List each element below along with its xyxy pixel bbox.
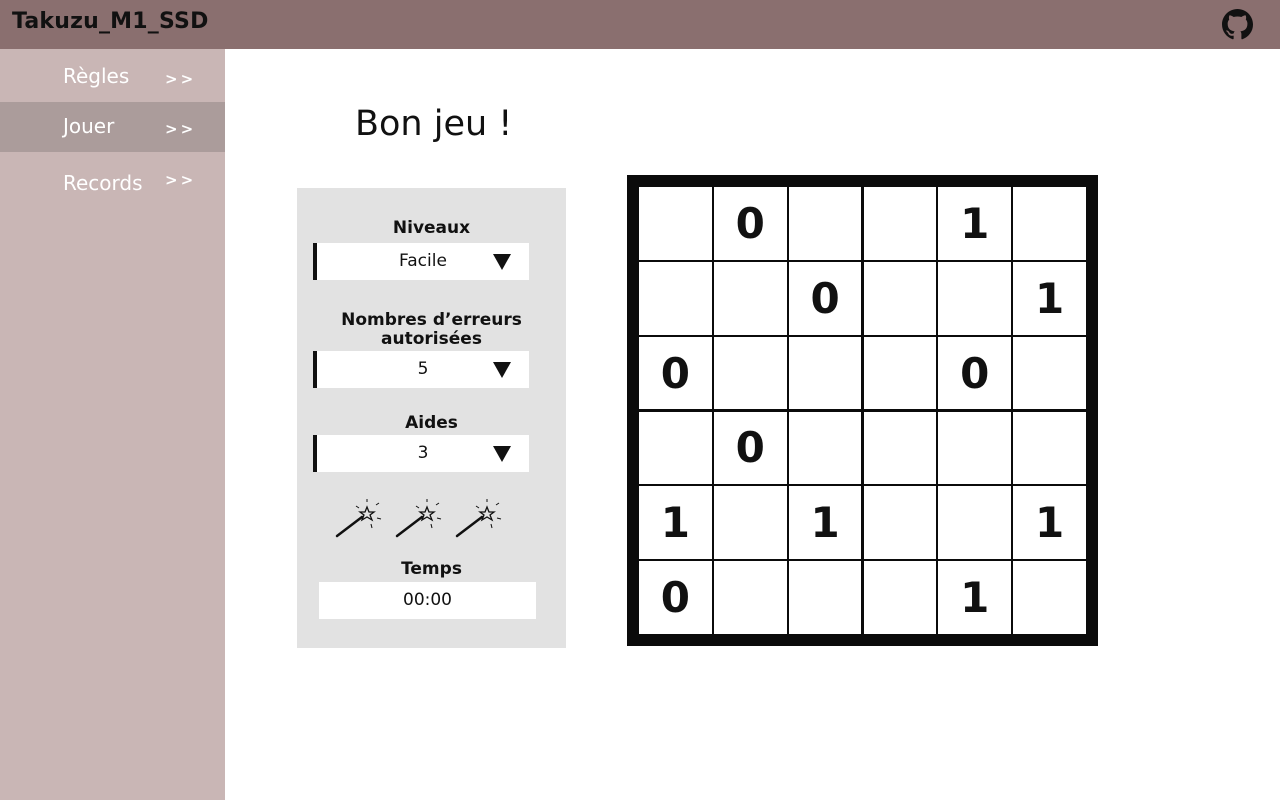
grid-cell[interactable] [788,411,862,485]
grid-cell[interactable]: 0 [639,561,712,634]
chevron-right-icon: >> [165,120,197,138]
chevron-right-icon: >> [165,171,197,189]
time-label: Temps [401,559,462,579]
grid-cell[interactable] [713,261,787,335]
errors-label-line2: autorisées [381,329,482,349]
settings-panel: Niveaux Facile Nombres d’erreurs autoris… [297,188,566,648]
grid-cell[interactable] [639,187,712,260]
grid-cell[interactable] [713,486,787,560]
grid-cell[interactable] [938,411,1012,485]
grid-cell[interactable] [788,561,862,634]
grid-cell[interactable]: 0 [713,187,787,260]
chevron-right-icon: >> [165,70,197,88]
page-title: Bon jeu ! [355,104,513,144]
grid-cell[interactable]: 1 [639,486,712,560]
grid-cell[interactable] [639,261,712,335]
app-title: Takuzu_M1_SSD [12,9,209,34]
errors-select[interactable]: 5 [313,351,529,388]
grid-cell[interactable] [863,486,937,560]
grid-cell[interactable] [863,261,937,335]
errors-label-line1: Nombres d’erreurs [341,310,522,330]
grid-cell[interactable] [639,411,712,485]
grid-cell[interactable]: 0 [788,261,862,335]
level-select[interactable]: Facile [313,243,529,280]
level-label: Niveaux [392,218,471,238]
dropdown-arrow-icon [493,362,511,378]
sidebar-item-label: Règles [63,64,130,88]
sidebar-item-jouer[interactable]: Jouer >> [0,102,225,152]
top-bar: Takuzu_M1_SSD [0,0,1280,49]
grid-cell[interactable] [1013,336,1086,410]
grid-cell[interactable] [1013,561,1086,634]
grid-cell[interactable] [938,261,1012,335]
dropdown-arrow-icon [493,446,511,462]
grid-cell[interactable]: 1 [938,187,1012,260]
github-icon[interactable] [1222,9,1253,40]
takuzu-grid: 010100011101 [627,175,1098,646]
magic-wand-icon[interactable] [334,496,384,540]
sidebar-item-regles[interactable]: Règles >> [0,52,225,102]
grid-cell[interactable] [788,187,862,260]
hints-select[interactable]: 3 [313,435,529,472]
grid-cell[interactable] [713,561,787,634]
magic-wand-icon[interactable] [454,496,504,540]
grid-cell[interactable] [863,336,937,410]
grid-cell[interactable]: 0 [938,336,1012,410]
grid-cell[interactable]: 0 [639,336,712,410]
dropdown-arrow-icon [493,254,511,270]
hints-label: Aides [405,413,458,433]
sidebar-item-label: Records [63,171,143,195]
sidebar-item-records[interactable]: Records >> [0,159,225,209]
timer: 00:00 [319,582,536,619]
grid-cell[interactable]: 1 [938,561,1012,634]
grid-cell[interactable] [1013,411,1086,485]
timer-value: 00:00 [403,590,452,610]
sidebar-item-label: Jouer [63,114,115,138]
grid-cell[interactable] [788,336,862,410]
grid-cell[interactable]: 1 [1013,486,1086,560]
grid-cell[interactable] [863,411,937,485]
grid-cell[interactable]: 1 [1013,261,1086,335]
grid-cell[interactable] [1013,187,1086,260]
magic-wand-icon[interactable] [394,496,444,540]
grid-cell[interactable] [863,187,937,260]
grid-cell[interactable] [713,336,787,410]
grid-cell[interactable] [863,561,937,634]
grid-cell[interactable]: 1 [788,486,862,560]
sidebar: Règles >> Jouer >> Records >> [0,49,225,800]
grid-cell[interactable] [938,486,1012,560]
grid-cell[interactable]: 0 [713,411,787,485]
